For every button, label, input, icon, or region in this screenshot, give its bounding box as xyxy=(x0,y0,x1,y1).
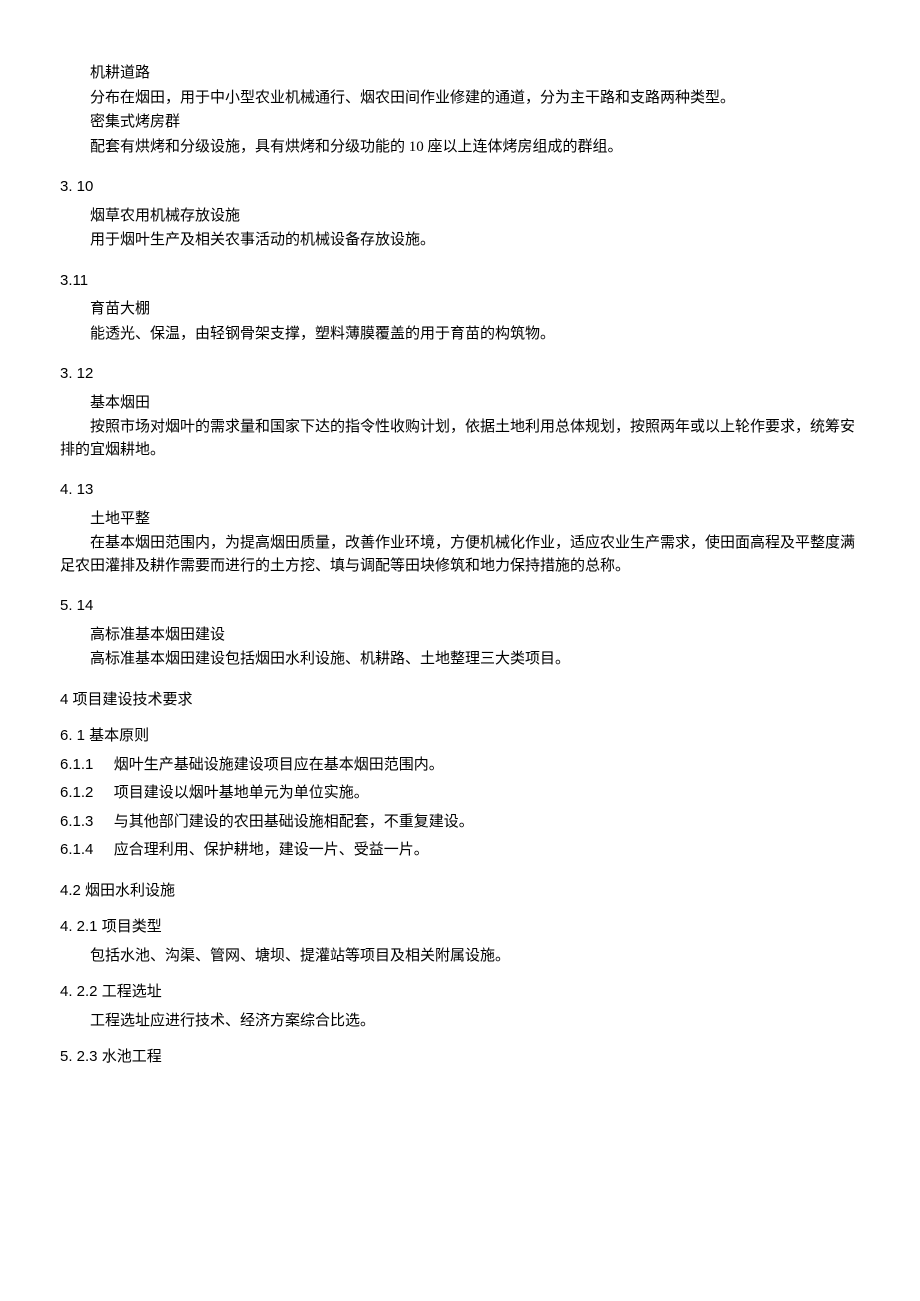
sub-heading: 6. 1 基本原则 xyxy=(60,725,860,748)
term-title: 育苗大棚 xyxy=(60,298,860,321)
paragraph: 包括水池、沟渠、管网、塘坝、提灌站等项目及相关附属设施。 xyxy=(60,945,860,968)
heading: 4 项目建设技术要求 xyxy=(60,689,860,712)
paragraph: 工程选址应进行技术、经济方案综合比选。 xyxy=(60,1010,860,1033)
list-item: 6.1.4 应合理利用、保护耕地，建设一片、受益一片。 xyxy=(60,839,860,862)
list-item-text: 应合理利用、保护耕地，建设一片、受益一片。 xyxy=(110,842,429,858)
section-number: 4. 13 xyxy=(60,479,860,502)
paragraph: 高标准基本烟田建设包括烟田水利设施、机耕路、土地整理三大类项目。 xyxy=(60,648,860,671)
sub-heading: 4. 2.2 工程选址 xyxy=(60,981,860,1004)
section-number: 5. 14 xyxy=(60,595,860,618)
list-item-number: 6.1.3 xyxy=(60,811,110,834)
list-item-number: 6.1.2 xyxy=(60,782,110,805)
paragraph: 分布在烟田，用于中小型农业机械通行、烟农田间作业修建的通道，分为主干路和支路两种… xyxy=(60,87,860,110)
term-title: 烟草农用机械存放设施 xyxy=(60,205,860,228)
paragraph: 用于烟叶生产及相关农事活动的机械设备存放设施。 xyxy=(60,229,860,252)
list-item-text: 烟叶生产基础设施建设项目应在基本烟田范围内。 xyxy=(110,757,444,773)
document-body: 机耕道路分布在烟田，用于中小型农业机械通行、烟农田间作业修建的通道，分为主干路和… xyxy=(60,62,860,1069)
section-number: 3. 12 xyxy=(60,363,860,386)
list-item-number: 6.1.1 xyxy=(60,754,110,777)
term-title: 密集式烤房群 xyxy=(60,111,860,134)
list-item: 6.1.3 与其他部门建设的农田基础设施相配套，不重复建设。 xyxy=(60,811,860,834)
term-title: 机耕道路 xyxy=(60,62,860,85)
paragraph: 能透光、保温，由轻钢骨架支撑，塑料薄膜覆盖的用于育苗的构筑物。 xyxy=(60,323,860,346)
section-number: 3. 10 xyxy=(60,176,860,199)
paragraph: 在基本烟田范围内，为提高烟田质量，改善作业环境，方便机械化作业，适应农业生产需求… xyxy=(60,532,860,577)
sub-heading: 5. 2.3 水池工程 xyxy=(60,1046,860,1069)
sub-heading: 4. 2.1 项目类型 xyxy=(60,916,860,939)
term-title: 基本烟田 xyxy=(60,392,860,415)
heading: 4.2 烟田水利设施 xyxy=(60,880,860,903)
list-item: 6.1.2 项目建设以烟叶基地单元为单位实施。 xyxy=(60,782,860,805)
term-title: 高标准基本烟田建设 xyxy=(60,624,860,647)
list-item-text: 项目建设以烟叶基地单元为单位实施。 xyxy=(110,785,369,801)
list-item-text: 与其他部门建设的农田基础设施相配套，不重复建设。 xyxy=(110,814,474,830)
paragraph: 配套有烘烤和分级设施，具有烘烤和分级功能的 10 座以上连体烤房组成的群组。 xyxy=(60,136,860,159)
list-item-number: 6.1.4 xyxy=(60,839,110,862)
paragraph: 按照市场对烟叶的需求量和国家下达的指令性收购计划，依据土地利用总体规划，按照两年… xyxy=(60,416,860,461)
section-number: 3.11 xyxy=(60,270,860,293)
list-item: 6.1.1 烟叶生产基础设施建设项目应在基本烟田范围内。 xyxy=(60,754,860,777)
term-title: 土地平整 xyxy=(60,508,860,531)
